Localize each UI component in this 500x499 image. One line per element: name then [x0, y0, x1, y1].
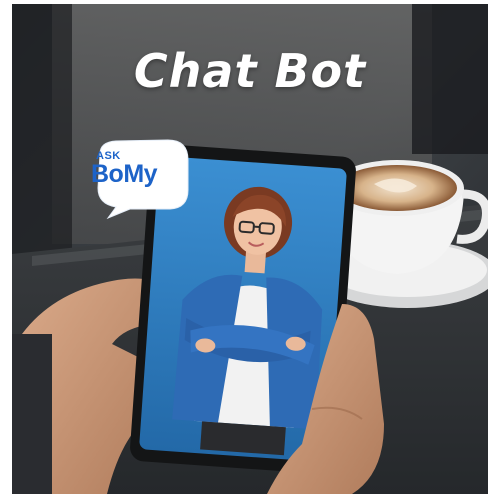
bubble-brand-name: BoMy: [91, 160, 158, 188]
ad-image: Chat Bot: [12, 4, 488, 494]
headline: Chat Bot: [133, 44, 367, 98]
